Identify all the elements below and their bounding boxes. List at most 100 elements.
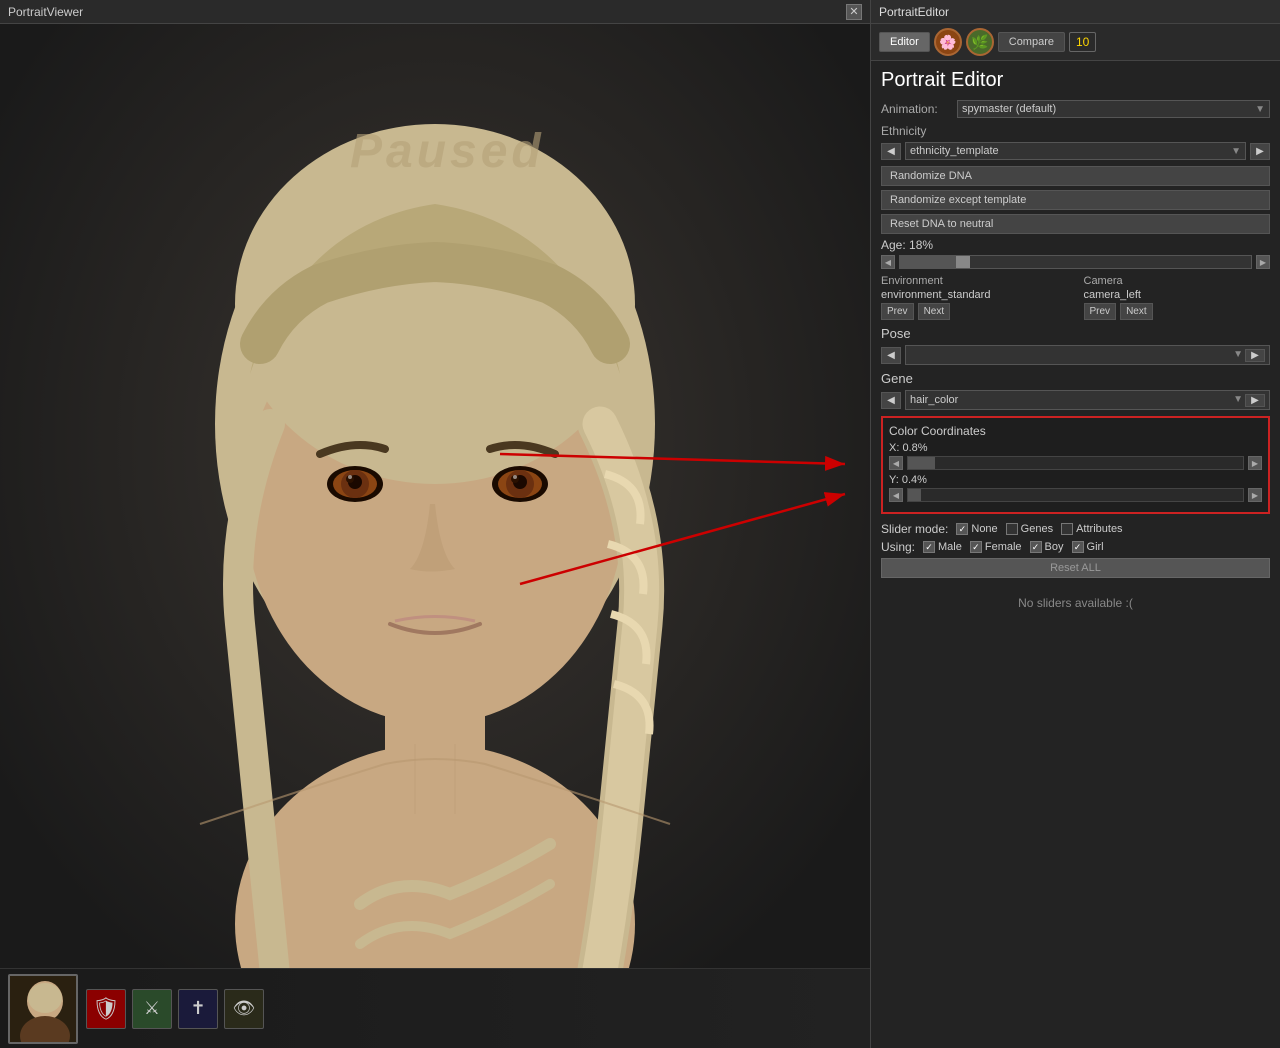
color-coords-title: Color Coordinates bbox=[889, 424, 1262, 438]
age-slider-left[interactable]: ◀ bbox=[881, 255, 895, 269]
portrait-area: Paused bbox=[0, 24, 870, 1048]
env-cam-section: Environment environment_standard Prev Ne… bbox=[881, 275, 1270, 320]
x-slider-row: ◀ ▶ bbox=[889, 456, 1262, 470]
no-sliders-text: No sliders available :( bbox=[881, 586, 1270, 620]
right-panel-title: PortraitEditor bbox=[879, 5, 949, 19]
env-prev-next: Prev Next bbox=[881, 303, 1068, 320]
cam-prev-btn[interactable]: Prev bbox=[1084, 303, 1117, 320]
cam-prev-next: Prev Next bbox=[1084, 303, 1271, 320]
gene-prev-btn[interactable]: ◀ bbox=[881, 392, 901, 409]
y-slider-right[interactable]: ▶ bbox=[1248, 488, 1262, 502]
boy-label: Boy bbox=[1045, 541, 1064, 553]
slider-attributes-checkbox[interactable] bbox=[1061, 523, 1073, 535]
tab-editor[interactable]: Editor bbox=[879, 32, 930, 52]
y-slider-row: ◀ ▶ bbox=[889, 488, 1262, 502]
reset-all-button[interactable]: Reset ALL bbox=[881, 558, 1270, 578]
camera-label: Camera bbox=[1084, 275, 1271, 287]
pose-control: ◀ ▼ ▶ bbox=[881, 345, 1270, 365]
animation-dropdown-arrow: ▼ bbox=[1255, 104, 1265, 115]
female-checkbox[interactable] bbox=[970, 541, 982, 553]
pose-prev-btn[interactable]: ◀ bbox=[881, 347, 901, 364]
x-coord-label: X: 0.8% bbox=[889, 442, 1262, 454]
emblem-shield: 🛡 bbox=[86, 989, 126, 1029]
boy-checkbox[interactable] bbox=[1030, 541, 1042, 553]
using-label: Using: bbox=[881, 540, 915, 554]
gene-value: hair_color bbox=[910, 394, 958, 406]
female-label: Female bbox=[985, 541, 1022, 553]
y-slider-left[interactable]: ◀ bbox=[889, 488, 903, 502]
ethnicity-prev-btn[interactable]: ◀ bbox=[881, 143, 901, 160]
slider-mode-row: Slider mode: None Genes Attributes bbox=[881, 522, 1270, 536]
ethnicity-dropdown-arrow: ▼ bbox=[1231, 146, 1241, 157]
emblem-area: 🛡 ⚔ ✝ 👁 bbox=[86, 989, 264, 1029]
x-slider-left[interactable]: ◀ bbox=[889, 456, 903, 470]
ethnicity-row: ◀ ethnicity_template ▼ ▶ bbox=[881, 142, 1270, 160]
camera-col: Camera camera_left Prev Next bbox=[1084, 275, 1271, 320]
gene-control: ◀ hair_color ▼ ▶ bbox=[881, 390, 1270, 410]
animation-row: Animation: spymaster (default) ▼ bbox=[881, 100, 1270, 118]
randomize-dna-button[interactable]: Randomize DNA bbox=[881, 166, 1270, 186]
animation-label: Animation: bbox=[881, 102, 951, 116]
using-male: Male bbox=[923, 541, 962, 553]
gene-dropdown-arrow: ▼ bbox=[1233, 394, 1243, 407]
ethnicity-dropdown[interactable]: ethnicity_template ▼ bbox=[905, 142, 1246, 160]
pose-section: Pose ◀ ▼ ▶ bbox=[881, 326, 1270, 365]
gene-dropdown[interactable]: hair_color ▼ ▶ bbox=[905, 390, 1270, 410]
emblem-sword: ⚔ bbox=[132, 989, 172, 1029]
pose-dropdown[interactable]: ▼ ▶ bbox=[905, 345, 1270, 365]
ethnicity-value: ethnicity_template bbox=[910, 145, 999, 157]
age-slider-track[interactable] bbox=[899, 255, 1252, 269]
slider-mode-label: Slider mode: bbox=[881, 522, 948, 536]
animation-dropdown[interactable]: spymaster (default) ▼ bbox=[957, 100, 1270, 118]
title-bar: PortraitViewer ✕ bbox=[0, 0, 870, 24]
slider-genes-label: Genes bbox=[1021, 523, 1053, 535]
tab-bar: Editor 🌸 🌿 Compare 10 bbox=[871, 24, 1280, 61]
ethnicity-next-btn[interactable]: ▶ bbox=[1250, 143, 1270, 160]
reset-dna-button[interactable]: Reset DNA to neutral bbox=[881, 214, 1270, 234]
pose-label: Pose bbox=[881, 326, 1270, 341]
right-title-bar: PortraitEditor bbox=[871, 0, 1280, 24]
girl-checkbox[interactable] bbox=[1072, 541, 1084, 553]
randomize-except-button[interactable]: Randomize except template bbox=[881, 190, 1270, 210]
panel-content: Portrait Editor Animation: spymaster (de… bbox=[871, 61, 1280, 628]
icon-circle-2: 🌿 bbox=[966, 28, 994, 56]
age-label: Age: 18% bbox=[881, 238, 1270, 252]
gene-label: Gene bbox=[881, 371, 1270, 386]
paused-text: Paused bbox=[350, 124, 545, 179]
y-coord-label: Y: 0.4% bbox=[889, 474, 1262, 486]
gene-next-btn[interactable]: ▶ bbox=[1245, 394, 1265, 407]
color-coords-box: Color Coordinates X: 0.8% ◀ ▶ Y: 0.4% ◀ bbox=[881, 416, 1270, 514]
x-slider-track[interactable] bbox=[907, 456, 1244, 470]
pose-next-mini[interactable]: ▶ bbox=[1245, 349, 1265, 362]
env-prev-btn[interactable]: Prev bbox=[881, 303, 914, 320]
using-female: Female bbox=[970, 541, 1022, 553]
tab-compare[interactable]: Compare bbox=[998, 32, 1065, 52]
hud-bar: 🛡 ⚔ ✝ 👁 bbox=[0, 968, 870, 1048]
emblem-cross: ✝ bbox=[178, 989, 218, 1029]
y-slider-track[interactable] bbox=[907, 488, 1244, 502]
environment-value: environment_standard bbox=[881, 289, 1068, 301]
slider-none-checkbox[interactable] bbox=[956, 523, 968, 535]
x-slider-right[interactable]: ▶ bbox=[1248, 456, 1262, 470]
right-panel: PortraitEditor Editor 🌸 🌿 Compare 10 Por… bbox=[870, 0, 1280, 1048]
environment-col: Environment environment_standard Prev Ne… bbox=[881, 275, 1068, 320]
animation-value: spymaster (default) bbox=[962, 103, 1056, 115]
level-badge: 10 bbox=[1069, 32, 1096, 52]
age-slider-row: ◀ ▶ bbox=[881, 255, 1270, 269]
slider-mode-genes: Genes bbox=[1006, 523, 1053, 535]
male-checkbox[interactable] bbox=[923, 541, 935, 553]
age-section: Age: 18% ◀ ▶ bbox=[881, 238, 1270, 269]
slider-mode-none: None bbox=[956, 523, 997, 535]
icon-circle-1: 🌸 bbox=[934, 28, 962, 56]
age-slider-right[interactable]: ▶ bbox=[1256, 255, 1270, 269]
close-button[interactable]: ✕ bbox=[846, 4, 862, 20]
cam-next-btn[interactable]: Next bbox=[1120, 303, 1153, 320]
slider-none-label: None bbox=[971, 523, 997, 535]
slider-mode-attributes: Attributes bbox=[1061, 523, 1122, 535]
pose-dropdown-arrow: ▼ bbox=[1233, 349, 1243, 362]
env-next-btn[interactable]: Next bbox=[918, 303, 951, 320]
portrait-editor-title: Portrait Editor bbox=[881, 69, 1270, 92]
using-girl: Girl bbox=[1072, 541, 1104, 553]
slider-genes-checkbox[interactable] bbox=[1006, 523, 1018, 535]
slider-attributes-label: Attributes bbox=[1076, 523, 1122, 535]
